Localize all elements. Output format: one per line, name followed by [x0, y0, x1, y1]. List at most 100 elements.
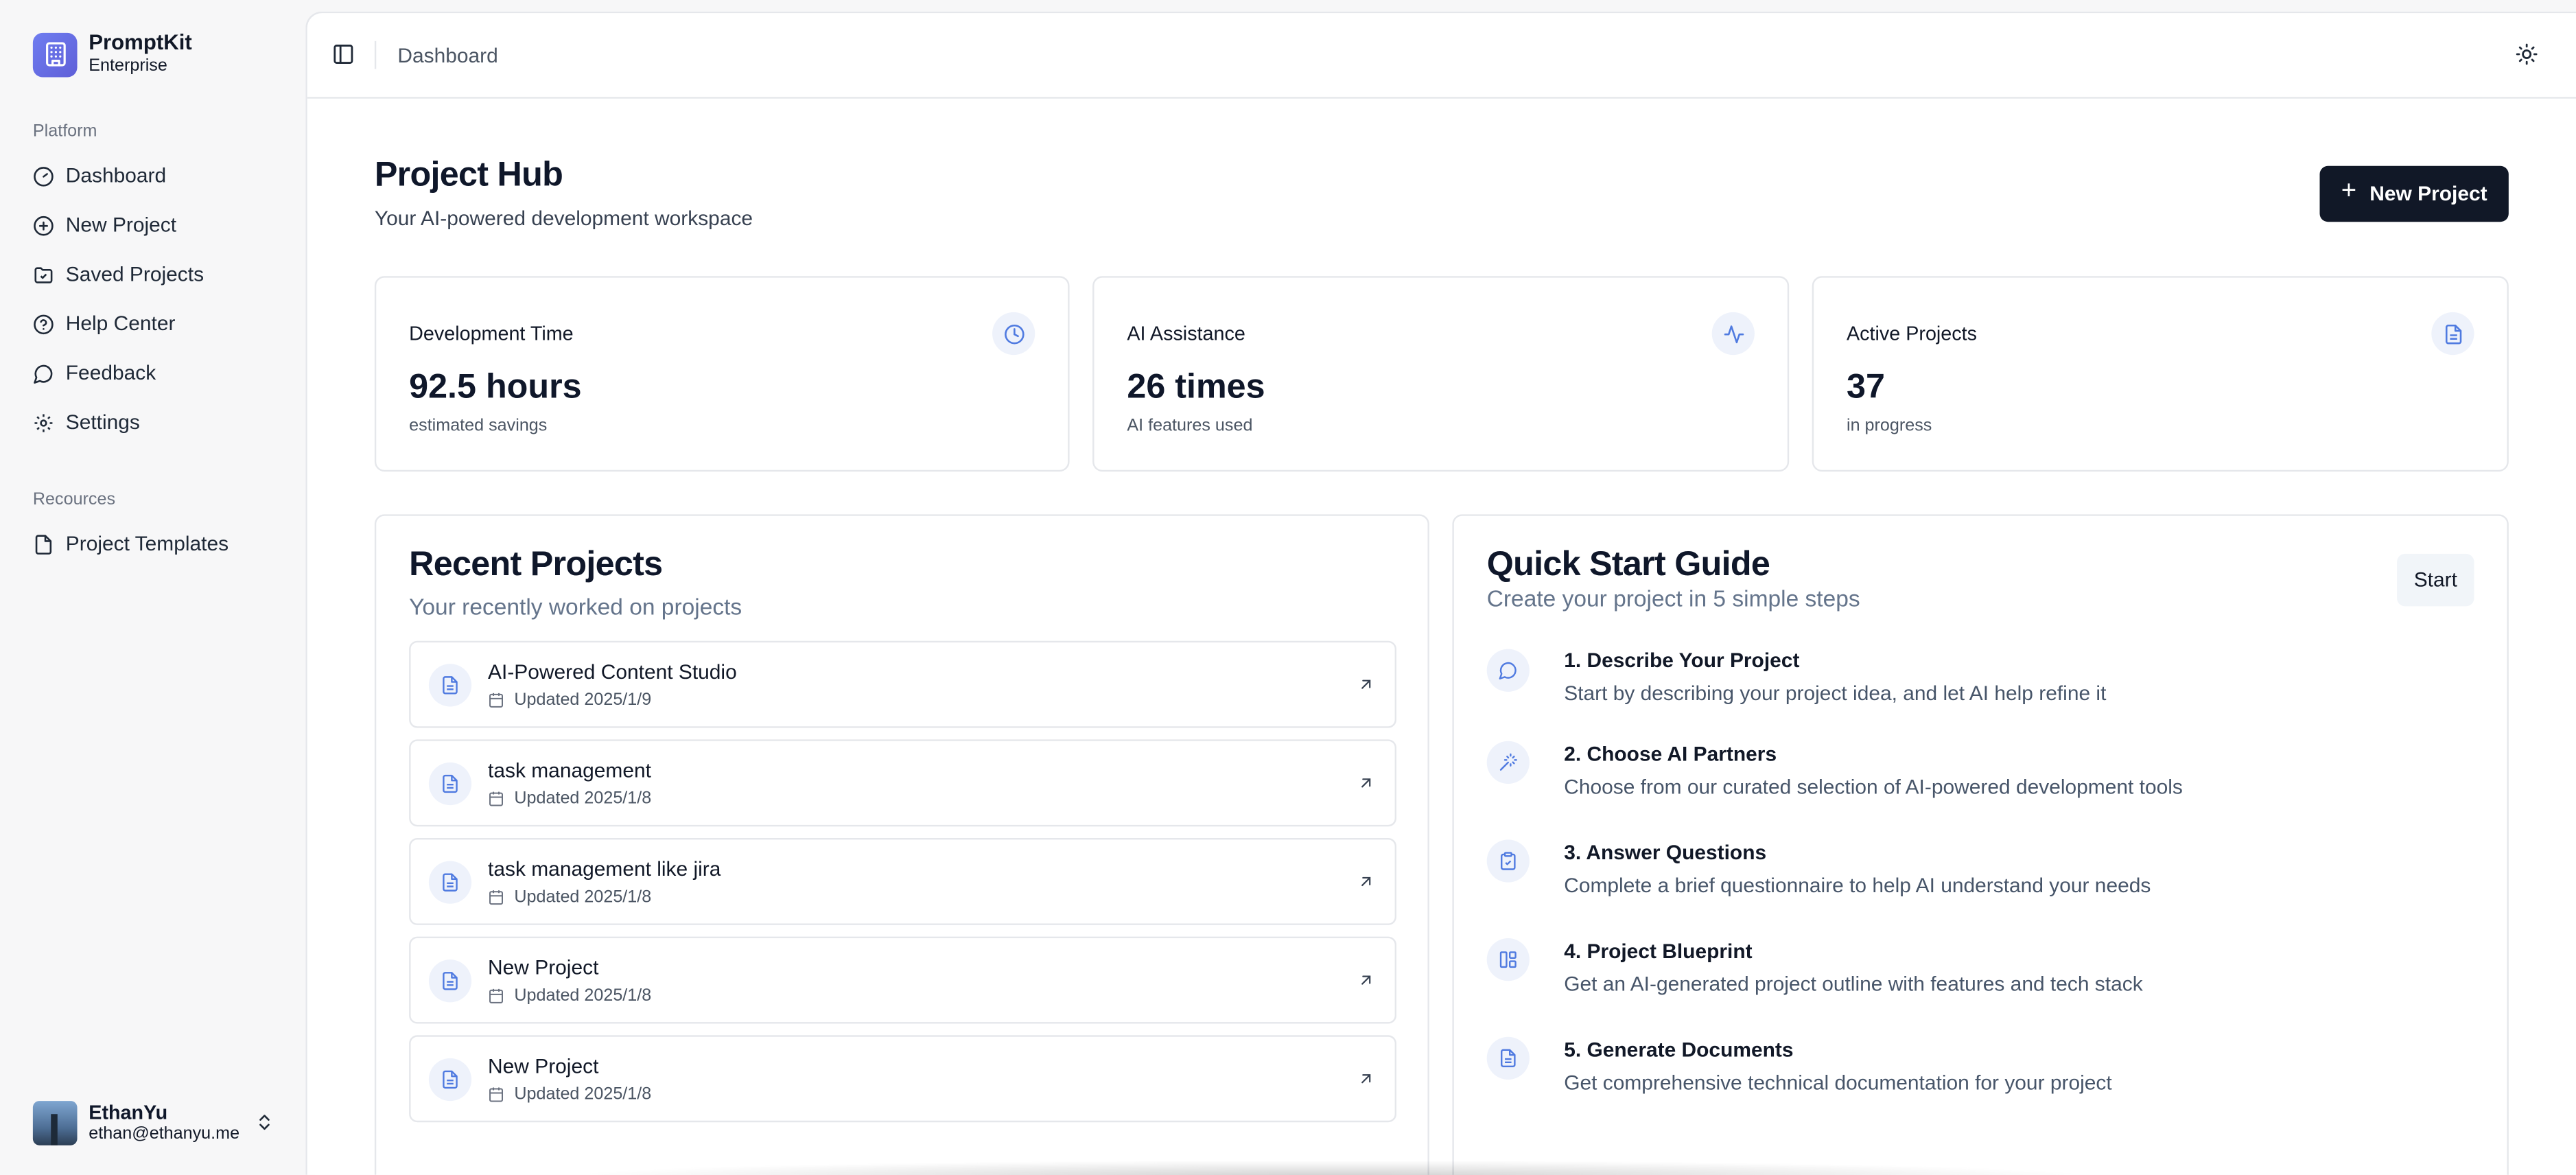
project-list-item[interactable]: task management like jira Updated 2025/1…: [409, 838, 1397, 925]
breadcrumb[interactable]: Dashboard: [397, 45, 497, 68]
quick-start-subtitle: Create your project in 5 simple steps: [1486, 585, 1860, 612]
sidebar-item-dashboard[interactable]: Dashboard: [33, 158, 296, 194]
step-title: 4. Project Blueprint: [1564, 940, 1753, 963]
stat-title: Active Projects: [1847, 322, 1977, 345]
gear-icon: [34, 413, 53, 432]
calendar-icon: [489, 791, 504, 806]
step-title: 3. Answer Questions: [1564, 841, 1767, 865]
project-name: task management: [488, 759, 651, 782]
sidebar-item-saved-projects[interactable]: Saved Projects: [33, 256, 296, 292]
sun-icon[interactable]: [2515, 43, 2538, 66]
document-icon: [1486, 1036, 1530, 1080]
stat-card-development-time: Development Time 92.5 hours estimated sa…: [374, 276, 1070, 472]
message-icon: [34, 364, 53, 383]
brand-subtitle: Enterprise: [89, 56, 167, 76]
step-description: Complete a brief questionnaire to help A…: [1564, 874, 2151, 898]
clock-icon: [992, 312, 1035, 356]
stat-value: 92.5 hours: [409, 368, 582, 406]
sidebar: PromptKit Enterprise Platform Dashboard …: [0, 0, 306, 1175]
clipboard-check-icon: [1486, 839, 1530, 883]
user-name: EthanYu: [89, 1100, 168, 1124]
platform-section-label: Platform: [32, 121, 97, 141]
page-title: Project Hub: [374, 156, 563, 194]
avatar: [32, 1101, 78, 1145]
brand[interactable]: PromptKit Enterprise: [32, 30, 192, 77]
building-icon: [32, 32, 78, 77]
sidebar-toggle-icon[interactable]: [332, 43, 355, 66]
project-list-item[interactable]: New Project Updated 2025/1/8: [409, 936, 1397, 1024]
new-project-button-label: New Project: [2369, 182, 2487, 206]
sidebar-item-label: Feedback: [65, 361, 156, 385]
sidebar-item-project-templates[interactable]: Project Templates: [33, 526, 296, 562]
arrow-up-right-icon[interactable]: [1357, 774, 1375, 792]
start-button[interactable]: Start: [2397, 553, 2474, 607]
document-icon: [428, 664, 472, 707]
stat-card-active-projects: Active Projects 37 in progress: [1812, 276, 2509, 472]
step-description: Get comprehensive technical documentatio…: [1564, 1071, 2112, 1095]
sidebar-item-label: Project Templates: [65, 532, 229, 556]
document-icon: [2431, 312, 2474, 356]
user-menu[interactable]: EthanYu ethan@ethanyu.me: [32, 1100, 279, 1145]
step-description: Choose from our curated selection of AI-…: [1564, 776, 2183, 799]
project-list-item[interactable]: New Project Updated 2025/1/8: [409, 1035, 1397, 1123]
calendar-icon: [489, 988, 504, 1003]
help-circle-icon: [34, 314, 54, 334]
document-icon: [428, 762, 472, 806]
calendar-icon: [489, 890, 504, 905]
stat-note: estimated savings: [409, 415, 548, 436]
stat-card-ai-assistance: AI Assistance 26 times AI features used: [1092, 276, 1790, 472]
project-name: task management like jira: [488, 857, 721, 881]
project-list-item[interactable]: task management Updated 2025/1/8: [409, 739, 1397, 827]
project-date-label: Updated 2025/1/8: [514, 1084, 652, 1104]
document-icon: [428, 1058, 472, 1102]
project-date: Updated 2025/1/8: [488, 986, 651, 1005]
sidebar-item-label: Settings: [65, 410, 140, 434]
sidebar-item-help-center[interactable]: Help Center: [33, 305, 296, 342]
document-icon: [428, 959, 472, 1003]
file-icon: [35, 534, 52, 554]
plus-icon: +: [2341, 177, 2357, 206]
sidebar-item-settings[interactable]: Settings: [33, 404, 296, 441]
project-list-item[interactable]: AI-Powered Content Studio Updated 2025/1…: [409, 640, 1397, 728]
project-name: New Project: [488, 1055, 599, 1078]
arrow-up-right-icon[interactable]: [1357, 872, 1375, 890]
folder-icon: [34, 266, 53, 283]
quick-start-card: Quick Start Guide Create your project in…: [1452, 514, 2509, 1175]
magic-wand-icon: [1486, 741, 1530, 784]
sidebar-item-label: Dashboard: [65, 164, 167, 187]
sidebar-item-label: Saved Projects: [65, 263, 204, 286]
recent-projects-card: Recent Projects Your recently worked on …: [374, 514, 1429, 1175]
recent-projects-title: Recent Projects: [409, 545, 663, 583]
stat-value: 26 times: [1127, 368, 1265, 406]
step-description: Start by describing your project idea, a…: [1564, 682, 2107, 706]
arrow-up-right-icon[interactable]: [1357, 675, 1375, 693]
step-title: 2. Choose AI Partners: [1564, 743, 1777, 766]
project-date-label: Updated 2025/1/8: [514, 789, 652, 808]
project-date-label: Updated 2025/1/8: [514, 887, 652, 907]
new-project-button[interactable]: + New Project: [2319, 165, 2509, 222]
brand-name: PromptKit: [89, 30, 192, 55]
sidebar-item-feedback[interactable]: Feedback: [33, 355, 296, 391]
project-name: New Project: [488, 956, 599, 979]
arrow-up-right-icon[interactable]: [1357, 971, 1375, 989]
arrow-up-right-icon[interactable]: [1357, 1070, 1375, 1088]
stat-note: in progress: [1847, 415, 1932, 436]
layout-icon: [1486, 938, 1530, 981]
calendar-icon: [489, 1087, 504, 1102]
chat-bubble-icon: [1486, 649, 1530, 692]
project-name: AI-Powered Content Studio: [488, 660, 737, 684]
stat-title: Development Time: [409, 322, 574, 345]
project-date: Updated 2025/1/8: [488, 1084, 651, 1104]
calendar-icon: [489, 693, 504, 708]
sidebar-item-new-project[interactable]: New Project: [33, 207, 296, 244]
project-date-label: Updated 2025/1/9: [514, 690, 652, 710]
sidebar-item-label: New Project: [65, 213, 177, 237]
main-panel: Dashboard Project Hub Your AI-powered de…: [305, 11, 2576, 1175]
project-date: Updated 2025/1/8: [488, 887, 651, 907]
project-date-label: Updated 2025/1/8: [514, 986, 652, 1006]
step-title: 5. Generate Documents: [1564, 1038, 1794, 1062]
activity-icon: [1711, 312, 1755, 356]
recent-projects-subtitle: Your recently worked on projects: [409, 593, 742, 620]
topbar-divider: [374, 40, 377, 69]
app-root: PromptKit Enterprise Platform Dashboard …: [0, 0, 2576, 1175]
